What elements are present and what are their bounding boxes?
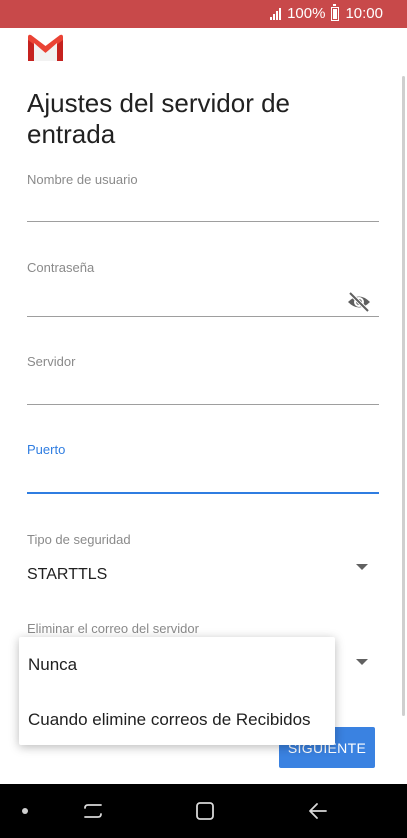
password-field[interactable]: Contraseña <box>27 260 379 318</box>
chevron-down-icon <box>356 659 368 665</box>
scrollbar[interactable] <box>402 76 405 716</box>
security-type-dropdown[interactable]: Tipo de seguridad STARTTLS <box>27 532 379 588</box>
delete-from-server-label: Eliminar el correo del servidor <box>27 621 199 636</box>
port-underline <box>27 492 379 494</box>
dropdown-menu: Nunca Cuando elimine correos de Recibido… <box>19 637 335 745</box>
server-label: Servidor <box>27 354 76 369</box>
server-underline <box>27 404 379 405</box>
status-indicators: 100% 10:00 <box>270 3 383 22</box>
menu-item-when-deleted-from-inbox[interactable]: Cuando elimine correos de Recibidos <box>28 710 311 730</box>
clock: 10:00 <box>345 5 383 22</box>
username-underline <box>27 221 379 222</box>
back-icon[interactable] <box>307 800 329 822</box>
battery-percentage: 100% <box>287 5 326 22</box>
password-underline <box>27 316 379 317</box>
chevron-down-icon <box>356 564 368 570</box>
visibility-off-icon[interactable] <box>347 292 371 312</box>
server-field[interactable]: Servidor <box>27 354 379 406</box>
security-type-label: Tipo de seguridad <box>27 532 131 547</box>
nav-hint-dot <box>22 808 28 814</box>
username-label: Nombre de usuario <box>27 172 138 187</box>
password-label: Contraseña <box>27 260 95 275</box>
battery-icon <box>331 3 340 21</box>
port-label: Puerto <box>27 442 66 457</box>
status-bar: 100% 10:00 <box>0 0 407 28</box>
menu-item-never[interactable]: Nunca <box>28 655 77 675</box>
security-type-value: STARTTLS <box>27 566 108 583</box>
screen: 100% 10:00 Ajustes del servidor de entra… <box>0 0 407 838</box>
username-field[interactable]: Nombre de usuario <box>27 172 379 224</box>
recent-apps-icon[interactable] <box>82 800 104 822</box>
navigation-bar <box>0 784 407 838</box>
page-title: Ajustes del servidor de entrada <box>27 88 291 149</box>
signal-icon <box>270 7 282 20</box>
home-icon[interactable] <box>194 800 216 822</box>
port-field[interactable]: Puerto <box>27 442 379 496</box>
gmail-logo <box>28 34 63 61</box>
